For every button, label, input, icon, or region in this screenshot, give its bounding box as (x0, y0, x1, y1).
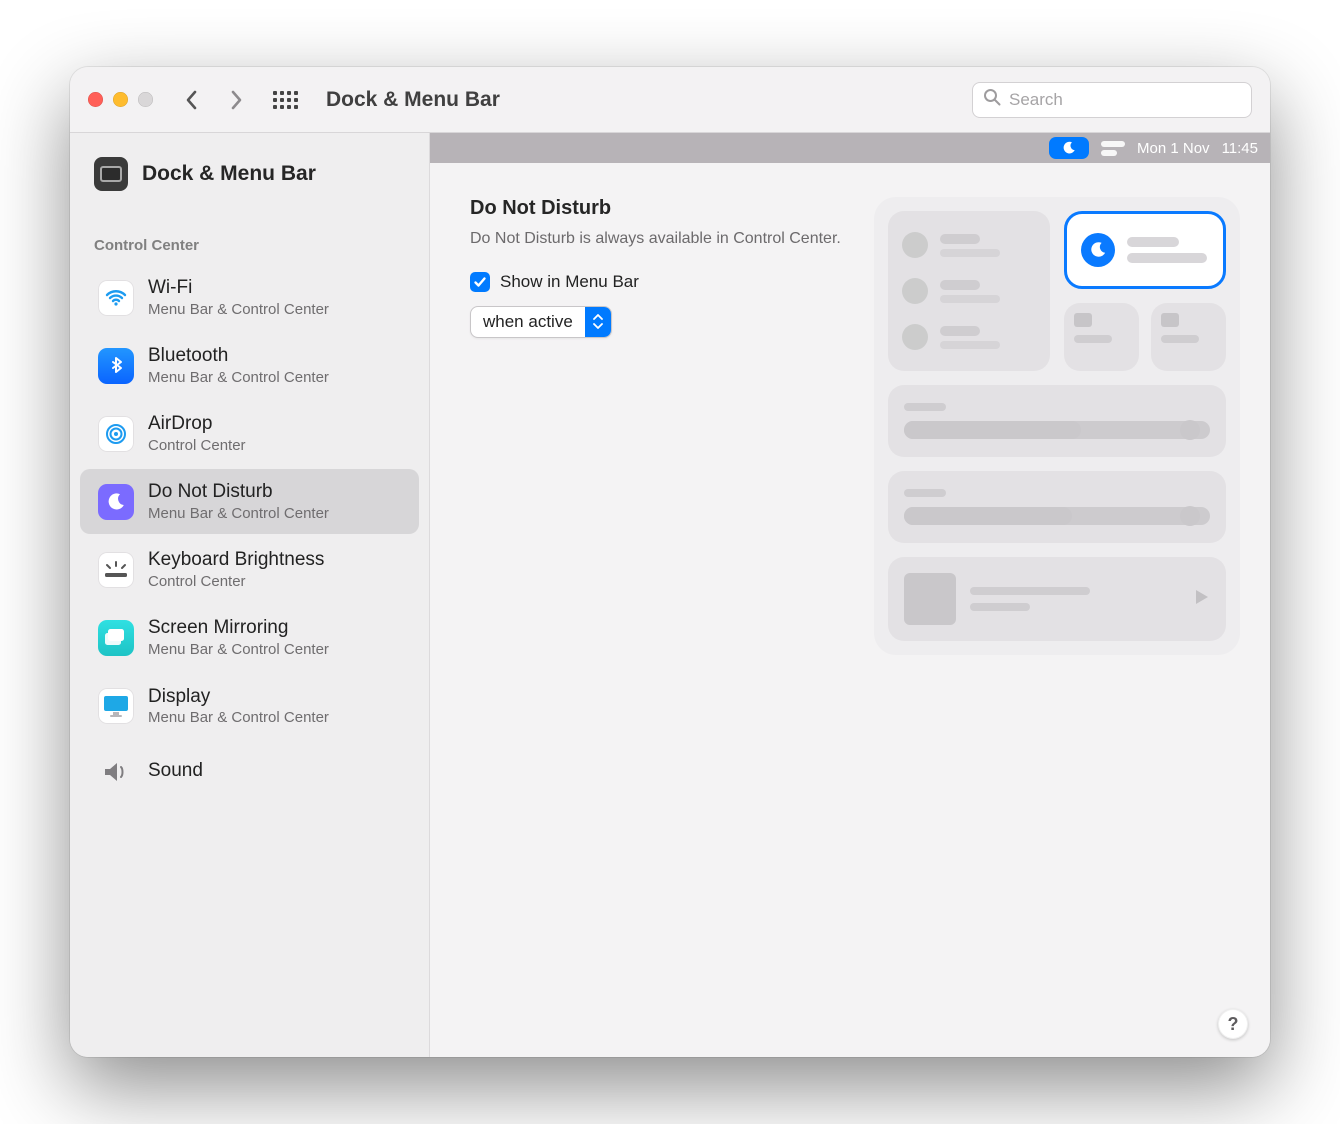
help-button[interactable]: ? (1218, 1009, 1248, 1039)
sidebar-item-sublabel: Menu Bar & Control Center (148, 369, 329, 386)
show-in-menu-bar-row: Show in Menu Bar (470, 272, 850, 292)
sidebar-item-sublabel: Menu Bar & Control Center (148, 709, 329, 726)
search-input[interactable] (1009, 90, 1241, 110)
forward-button[interactable] (221, 85, 251, 115)
sidebar-item-do-not-disturb[interactable]: Do Not Disturb Menu Bar & Control Center (80, 469, 419, 534)
detail-description: Do Not Disturb is always available in Co… (470, 228, 850, 250)
sidebar-item-keyboard-brightness[interactable]: Keyboard Brightness Control Center (80, 537, 419, 602)
sidebar-item-label: Bluetooth (148, 345, 329, 367)
keyboard-brightness-icon (98, 552, 134, 588)
display-icon (98, 688, 134, 724)
play-icon (1192, 588, 1210, 611)
checkmark-icon (473, 275, 487, 289)
sidebar-item-dock-menu-bar[interactable]: Dock & Menu Bar (70, 133, 429, 209)
sidebar-item-label: Sound (148, 760, 203, 782)
airdrop-icon (98, 416, 134, 452)
show-in-menu-bar-label: Show in Menu Bar (500, 272, 639, 292)
search-field[interactable] (972, 82, 1252, 118)
menubar-dnd-status-icon (1049, 137, 1089, 159)
preview-mini-tile-2 (1151, 303, 1226, 371)
preview-connectivity-tile (888, 211, 1050, 371)
moon-icon (1081, 233, 1115, 267)
chevron-left-icon (184, 89, 200, 111)
menubar-date: Mon 1 Nov (1137, 140, 1210, 157)
preview-now-playing-tile (888, 557, 1226, 641)
preview-display-slider-tile (888, 385, 1226, 457)
dropdown-value: when active (471, 312, 585, 332)
sidebar-item-label: Display (148, 686, 329, 708)
dropdown-stepper-icon (585, 307, 611, 337)
show-all-preferences-button[interactable] (273, 91, 298, 109)
screen-mirroring-icon (98, 620, 134, 656)
control-center-preview (874, 197, 1240, 1037)
sidebar-item-sublabel: Menu Bar & Control Center (148, 505, 329, 522)
sidebar-item-label: Do Not Disturb (148, 481, 329, 503)
sidebar-item-sound[interactable]: Sound (80, 742, 419, 802)
do-not-disturb-icon (98, 484, 134, 520)
sidebar-item-label: Screen Mirroring (148, 617, 329, 639)
preview-dnd-tile (1064, 211, 1226, 289)
back-button[interactable] (177, 85, 207, 115)
toolbar: Dock & Menu Bar (70, 67, 1270, 133)
preview-mini-tile-1 (1064, 303, 1139, 371)
window-controls (88, 92, 153, 107)
sidebar-top-label: Dock & Menu Bar (142, 162, 316, 186)
sidebar-item-airdrop[interactable]: AirDrop Control Center (80, 401, 419, 466)
sidebar-item-sublabel: Control Center (148, 437, 246, 454)
detail-title: Do Not Disturb (470, 197, 850, 220)
sidebar-item-sublabel: Menu Bar & Control Center (148, 641, 329, 658)
preview-sound-slider-tile (888, 471, 1226, 543)
menubar-preview: Mon 1 Nov 11:45 (430, 133, 1270, 163)
help-label: ? (1228, 1014, 1239, 1035)
sidebar-item-label: Keyboard Brightness (148, 549, 324, 571)
bluetooth-icon (98, 348, 134, 384)
sidebar[interactable]: Dock & Menu Bar Control Center Wi-Fi Men… (70, 133, 430, 1057)
sidebar-item-display[interactable]: Display Menu Bar & Control Center (80, 674, 419, 739)
window-title: Dock & Menu Bar (326, 88, 500, 112)
menubar-time: 11:45 (1222, 140, 1258, 157)
sound-icon (98, 754, 134, 790)
sidebar-item-wifi[interactable]: Wi-Fi Menu Bar & Control Center (80, 265, 419, 330)
sidebar-item-label: Wi-Fi (148, 277, 329, 299)
sidebar-item-bluetooth[interactable]: Bluetooth Menu Bar & Control Center (80, 333, 419, 398)
sidebar-item-screen-mirroring[interactable]: Screen Mirroring Menu Bar & Control Cent… (80, 605, 419, 670)
show-condition-dropdown[interactable]: when active (470, 306, 612, 338)
search-icon (983, 88, 1001, 111)
close-window-button[interactable] (88, 92, 103, 107)
sidebar-item-sublabel: Menu Bar & Control Center (148, 301, 329, 318)
wifi-icon (98, 280, 134, 316)
menubar-control-center-icon (1101, 139, 1125, 157)
detail-pane: Mon 1 Nov 11:45 Do Not Disturb Do Not Di… (430, 133, 1270, 1057)
sidebar-group-label: Control Center (70, 209, 429, 262)
system-preferences-window: Dock & Menu Bar Dock & Menu Bar Control … (70, 67, 1270, 1057)
show-in-menu-bar-checkbox[interactable] (470, 272, 490, 292)
dock-menu-bar-icon (94, 157, 128, 191)
sidebar-item-label: AirDrop (148, 413, 246, 435)
zoom-window-button[interactable] (138, 92, 153, 107)
minimize-window-button[interactable] (113, 92, 128, 107)
chevron-right-icon (228, 89, 244, 111)
sidebar-item-sublabel: Control Center (148, 573, 324, 590)
